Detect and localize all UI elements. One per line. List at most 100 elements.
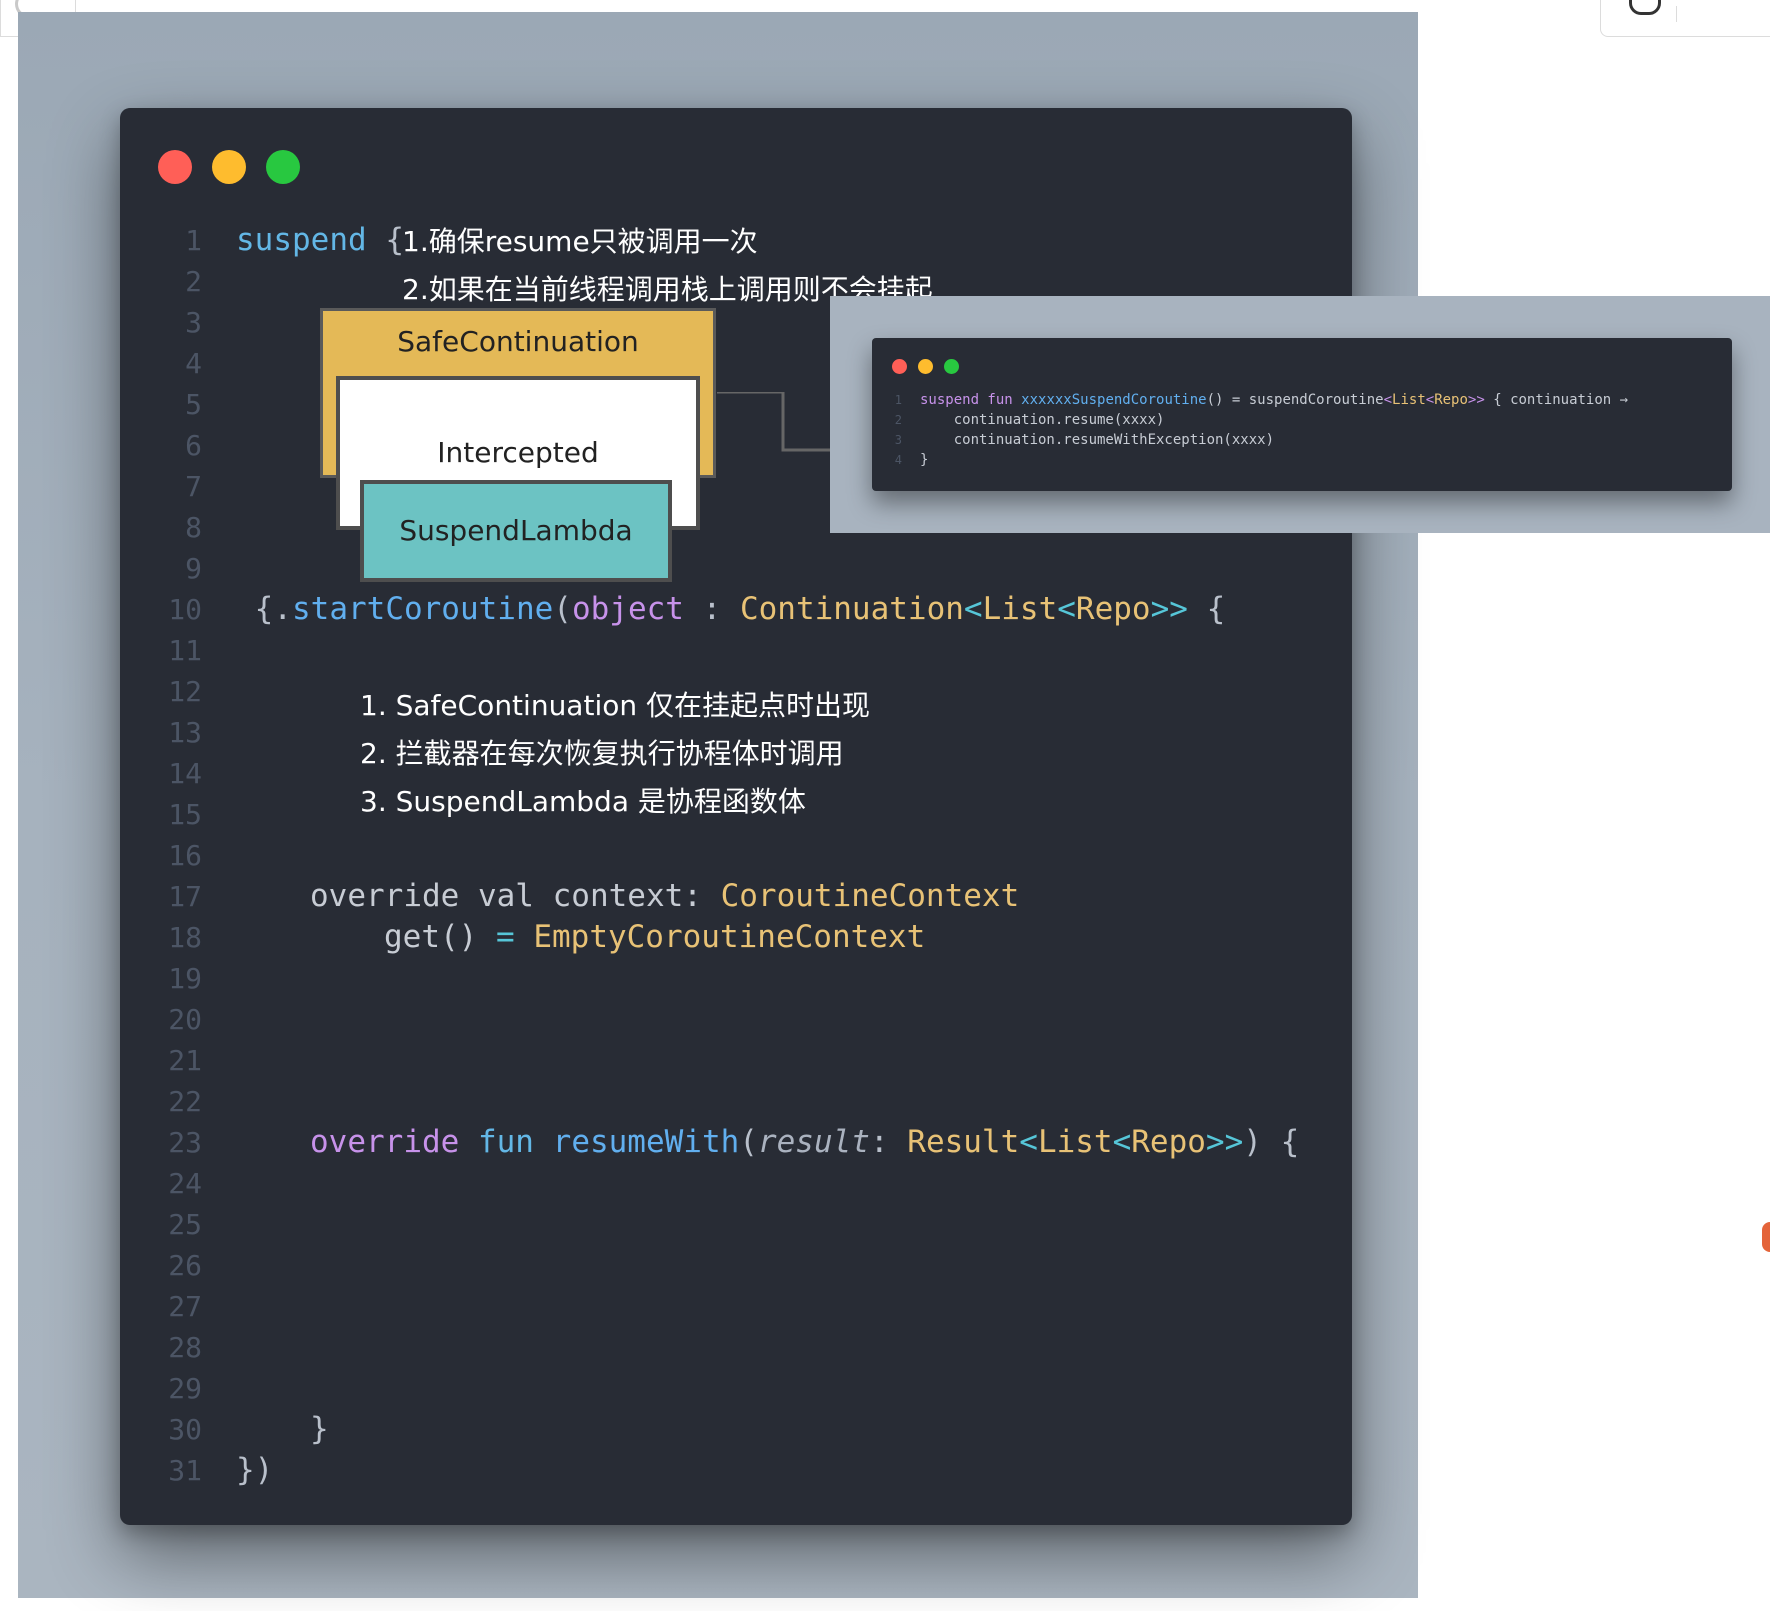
gt: >> <box>1467 392 1485 408</box>
line-number: 9 <box>185 552 202 585</box>
close-brace: } <box>920 452 929 468</box>
line-number: 1 <box>894 393 902 407</box>
arrow-connector <box>717 392 847 458</box>
line-number: 1 <box>185 224 202 257</box>
line-number: 30 <box>168 1413 202 1446</box>
code-line-18: get() = EmptyCoroutineContext <box>384 917 925 958</box>
lt: < <box>1019 1124 1038 1160</box>
code-line-10: {.startCoroutine(object : Continuation<L… <box>236 589 1226 630</box>
line-number: 3 <box>894 433 902 447</box>
line-number: 2 <box>894 413 902 427</box>
close-brace: } <box>310 1411 329 1447</box>
line-number: 29 <box>168 1372 202 1405</box>
line-number: 22 <box>168 1085 202 1118</box>
resume-with-fn: resumeWith <box>552 1124 740 1160</box>
list-type: List <box>982 591 1058 627</box>
repo-type: Repo <box>1131 1124 1206 1160</box>
line-number: 10 <box>168 593 202 626</box>
line-number: 31 <box>168 1454 202 1487</box>
lt: < <box>1383 392 1393 408</box>
line-number: 20 <box>168 1003 202 1036</box>
mini-code-window: 1 2 3 4 suspend fun xxxxxxSuspendCorouti… <box>872 338 1732 491</box>
colon: : <box>869 1124 908 1160</box>
suspend-coroutine-call: () = suspendCoroutine <box>1206 392 1384 408</box>
line-number: 19 <box>168 962 202 995</box>
coroutine-context-type: CoroutineContext <box>720 878 1020 914</box>
toolbar-divider <box>1676 6 1677 22</box>
line-number: 13 <box>168 716 202 749</box>
minimize-dot-icon <box>918 359 933 374</box>
suspend-keyword: suspend <box>236 222 367 258</box>
close-paren-brace: ) { <box>1243 1124 1300 1160</box>
code-line-30: } <box>310 1409 329 1450</box>
suspend-lambda-box: SuspendLambda <box>360 480 672 582</box>
fun-keyword: fun <box>477 1124 534 1160</box>
lt: < <box>1112 1124 1132 1160</box>
list-note-2: 2. 拦截器在每次恢复执行协程体时调用 <box>360 737 844 770</box>
line-number: 17 <box>168 880 202 913</box>
top-right-toolbar[interactable] <box>1600 0 1770 37</box>
minimize-dot-icon <box>212 150 246 184</box>
line-number: 4 <box>185 347 202 380</box>
lt: < <box>1057 591 1076 627</box>
line-number: 25 <box>168 1208 202 1241</box>
gt: >> <box>1205 1124 1244 1160</box>
line-number: 23 <box>168 1126 202 1159</box>
zoom-dot-icon <box>266 150 300 184</box>
hand-icon[interactable] <box>1629 0 1661 15</box>
note-resume-once: 1.确保resume只被调用一次 <box>402 225 758 258</box>
empty-context-type: EmptyCoroutineContext <box>533 919 926 955</box>
result-param: result <box>757 1124 870 1160</box>
line-number: 2 <box>185 265 202 298</box>
image-canvas: 1 2 3 4 5 6 7 8 9 10 11 12 13 14 15 16 1… <box>18 12 1418 1598</box>
close-object: }) <box>236 1452 274 1488</box>
close-dot-icon <box>158 150 192 184</box>
dot: . <box>273 591 292 627</box>
side-marker <box>1762 1222 1770 1252</box>
paren: ( <box>553 591 572 627</box>
paren: ( <box>739 1124 758 1160</box>
close-brace: { <box>236 591 274 627</box>
open-brace: { <box>1187 591 1226 627</box>
start-coroutine-fn: startCoroutine <box>292 591 554 627</box>
line-number: 14 <box>168 757 202 790</box>
lambda-start: { continuation → <box>1484 392 1629 408</box>
line-number: 24 <box>168 1167 202 1200</box>
mini-gutter: 1 2 3 4 <box>888 390 902 470</box>
continuation-type: Continuation <box>739 591 964 627</box>
getter: get() <box>384 919 496 955</box>
lt: < <box>963 591 983 627</box>
line-number: 4 <box>894 453 902 467</box>
code-line-17: override val context: CoroutineContext <box>310 876 1019 917</box>
line-number: 21 <box>168 1044 202 1077</box>
repo-type: Repo <box>1075 591 1151 627</box>
list-type: List <box>1392 392 1426 408</box>
line-number: 8 <box>185 511 202 544</box>
resume-line: continuation.resume(xxxx) <box>920 412 1165 428</box>
colon: : <box>683 591 740 627</box>
suspend-fun-keyword: suspend fun <box>920 392 1022 408</box>
repo-type: Repo <box>1434 392 1468 408</box>
list-note-1: 1. SafeContinuation 仅在挂起点时出现 <box>360 689 871 722</box>
line-number: 26 <box>168 1249 202 1282</box>
line-number: 12 <box>168 675 202 708</box>
resume-exception-line: continuation.resumeWithException(xxxx) <box>920 432 1275 448</box>
lt: < <box>1425 392 1435 408</box>
line-number: 11 <box>168 634 202 667</box>
close-dot-icon <box>892 359 907 374</box>
list-type: List <box>1037 1124 1113 1160</box>
code-line-31: }) <box>236 1450 273 1491</box>
code-line-1: suspend { <box>236 220 404 261</box>
line-number: 6 <box>185 429 202 462</box>
mini-code: suspend fun xxxxxxSuspendCoroutine() = s… <box>920 390 1628 470</box>
result-type: Result <box>907 1124 1020 1160</box>
zoom-dot-icon <box>944 359 959 374</box>
gt: >> <box>1150 591 1188 627</box>
line-number: 3 <box>185 306 202 339</box>
line-number: 18 <box>168 921 202 954</box>
line-number: 16 <box>168 839 202 872</box>
fn-name: xxxxxxSuspendCoroutine <box>1021 392 1207 408</box>
line-number: 7 <box>185 470 202 503</box>
line-number: 28 <box>168 1331 202 1364</box>
line-number: 27 <box>168 1290 202 1323</box>
